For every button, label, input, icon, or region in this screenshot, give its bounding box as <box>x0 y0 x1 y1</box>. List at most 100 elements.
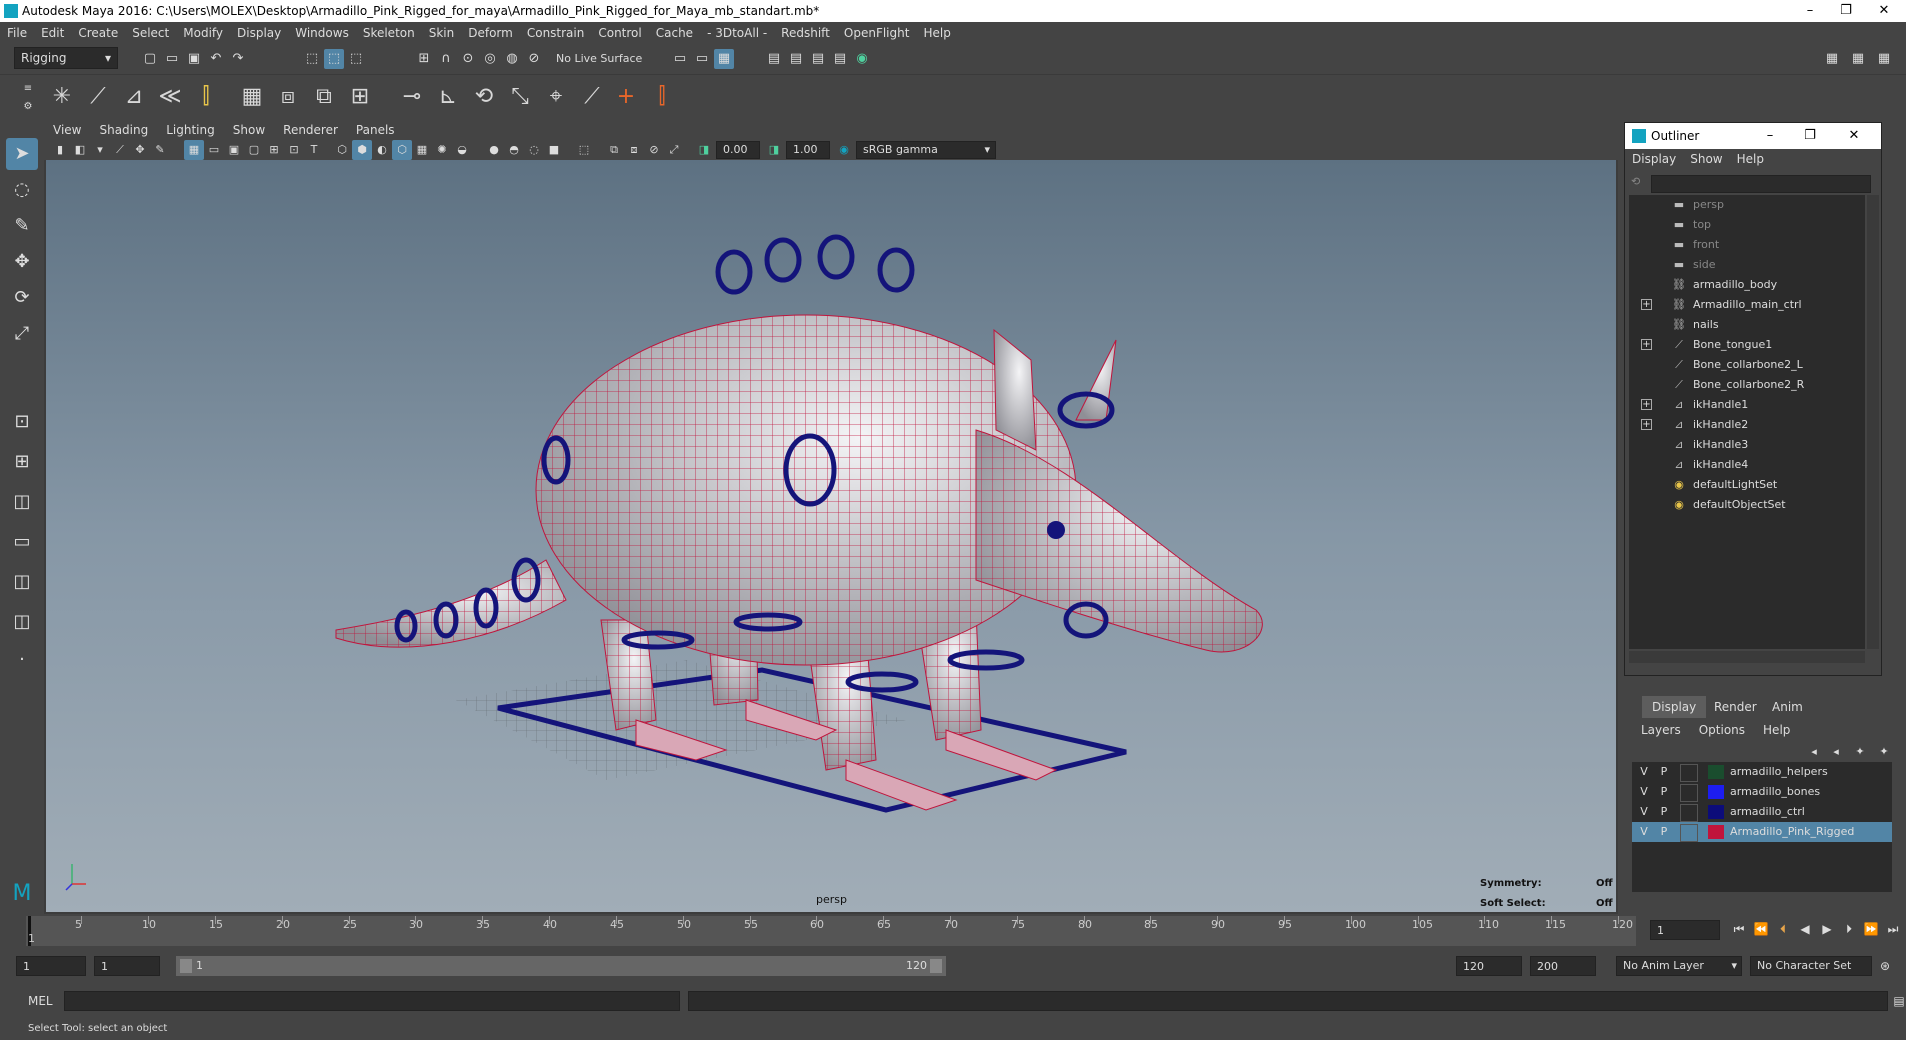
rotate-tool-icon[interactable]: ⟳ <box>6 282 38 314</box>
layout-menu-icon[interactable]: · <box>6 644 38 676</box>
layer-display-type-toggle[interactable] <box>1680 804 1698 822</box>
exposure-field[interactable]: 0.00 <box>716 141 760 159</box>
smooth-shade-icon[interactable]: ⬢ <box>352 140 372 160</box>
time-slider-track[interactable]: 5 10 15 20 25 30 35 40 45 50 55 60 65 70 75 80 85 90 95 100… <box>26 916 1636 946</box>
parent-constraint-icon[interactable]: ⌖ <box>540 81 572 113</box>
layer-playback-toggle[interactable]: P <box>1656 784 1672 800</box>
move-layer-up-icon[interactable]: ◂ <box>1804 742 1824 762</box>
vp-menu-panels[interactable]: Panels <box>347 120 404 137</box>
outliner-menu-help[interactable]: Help <box>1730 149 1771 166</box>
outliner-item[interactable]: ⛓ nails <box>1629 315 1865 335</box>
close-button[interactable]: ✕ <box>1864 2 1904 20</box>
xray-icon[interactable]: ⧉ <box>604 140 624 160</box>
aim-constraint-icon[interactable]: ⊾ <box>432 81 464 113</box>
render-frame-icon[interactable]: ▤ <box>764 49 784 69</box>
outliner-item[interactable]: + ⟋ Bone_tongue1 <box>1629 335 1865 355</box>
range-end-handle[interactable] <box>930 959 942 973</box>
outliner-minimize-button[interactable]: – <box>1755 127 1785 145</box>
render-settings-icon[interactable]: ▤ <box>808 49 828 69</box>
playback-end-field[interactable]: 120 <box>1456 956 1522 976</box>
live-surface-label[interactable]: No Live Surface <box>556 52 642 65</box>
view-transform-dropdown[interactable]: sRGB gamma ▾ <box>856 141 996 159</box>
play-backwards-icon[interactable]: ◀ <box>1796 920 1814 938</box>
single-view-icon[interactable]: ⊡ <box>6 406 38 438</box>
step-back-frame-icon[interactable]: ⏴ <box>1774 920 1792 938</box>
menu-edit[interactable]: Edit <box>34 22 71 40</box>
script-editor-icon[interactable]: ▤ <box>1890 992 1906 1010</box>
menu-openflight[interactable]: OpenFlight <box>837 22 917 40</box>
outliner-item[interactable]: ⟋ Bone_collarbone2_L <box>1629 355 1865 375</box>
shelf-menu-icon[interactable]: ≡ <box>18 79 38 99</box>
tab-render[interactable]: Render <box>1704 696 1767 718</box>
new-layer-icon[interactable]: ✦ <box>1850 742 1870 762</box>
layer-row[interactable]: V Parmadillo_bones <box>1632 782 1892 802</box>
menu-help[interactable]: Help <box>916 22 957 40</box>
layer-playback-toggle[interactable]: P <box>1656 764 1672 780</box>
vp-menu-view[interactable]: View <box>44 120 90 137</box>
move-tool-icon[interactable]: ✥ <box>6 246 38 278</box>
outliner-item[interactable]: ◉ defaultObjectSet <box>1629 495 1865 515</box>
anim-layer-dropdown[interactable]: No Anim Layer ▾ <box>1616 956 1742 976</box>
tab-display[interactable]: Display <box>1642 696 1707 718</box>
lasso-tool-icon[interactable]: ◌ <box>6 174 38 206</box>
undo-icon[interactable]: ↶ <box>206 49 226 69</box>
screen-space-ao-icon[interactable]: ● <box>484 140 504 160</box>
new-layer-selected-icon[interactable]: ✦ <box>1874 742 1894 762</box>
hypershade-icon[interactable]: ▤ <box>830 49 850 69</box>
layer-row[interactable]: V Parmadillo_ctrl <box>1632 802 1892 822</box>
outliner-item[interactable]: ▬ top <box>1629 215 1865 235</box>
hypershade-layout-icon[interactable]: ◫ <box>6 606 38 638</box>
textured-icon[interactable]: ▦ <box>412 140 432 160</box>
redo-icon[interactable]: ↷ <box>228 49 248 69</box>
construction-history-icon[interactable]: ▦ <box>714 49 734 69</box>
snap-grid-icon[interactable]: ⊞ <box>414 49 434 69</box>
vp-menu-renderer[interactable]: Renderer <box>274 120 347 137</box>
multisample-aa-icon[interactable]: ◌ <box>524 140 544 160</box>
grease-pencil-icon[interactable]: ✎ <box>150 140 170 160</box>
head-mesh[interactable] <box>975 328 1263 653</box>
current-frame-field[interactable]: 1 <box>1650 920 1720 940</box>
xray-components-icon[interactable]: ⊘ <box>644 140 664 160</box>
select-object-icon[interactable]: ⬚ <box>324 49 344 69</box>
use-default-material-icon[interactable]: ◐ <box>372 140 392 160</box>
ik-spline-tool-icon[interactable]: ≪ <box>154 81 186 113</box>
paint-select-icon[interactable]: ✎ <box>6 210 38 242</box>
layer-menu-options[interactable]: Options <box>1690 720 1754 737</box>
wrap-deformer-icon[interactable]: ⧉ <box>308 81 340 113</box>
2d-pan-icon[interactable]: ✥ <box>130 140 150 160</box>
range-slider-bar[interactable]: 1 120 <box>176 956 946 976</box>
outliner-item[interactable]: + ⊿ ikHandle1 <box>1629 395 1865 415</box>
vp-menu-shading[interactable]: Shading <box>90 120 157 137</box>
play-forwards-icon[interactable]: ▶ <box>1818 920 1836 938</box>
two-view-icon[interactable]: ◫ <box>6 486 38 518</box>
outliner-item[interactable]: ⟋ Bone_collarbone2_R <box>1629 375 1865 395</box>
bookmark-icon[interactable]: ▾ <box>90 140 110 160</box>
color-management-icon[interactable]: ◉ <box>834 140 854 160</box>
animation-end-field[interactable]: 200 <box>1530 956 1596 976</box>
save-scene-icon[interactable]: ▣ <box>184 49 204 69</box>
go-to-end-icon[interactable]: ⏭ <box>1884 920 1902 938</box>
film-gate-icon[interactable]: ▭ <box>204 140 224 160</box>
snap-view-icon[interactable]: ◎ <box>480 49 500 69</box>
layer-color-swatch[interactable] <box>1708 825 1724 839</box>
menu-create[interactable]: Create <box>71 22 125 40</box>
lattice-icon[interactable]: ▦ <box>236 81 268 113</box>
move-layer-down-icon[interactable]: ◂ <box>1826 742 1846 762</box>
layer-visibility-toggle[interactable]: V <box>1636 824 1652 840</box>
layer-playback-toggle[interactable]: P <box>1656 824 1672 840</box>
menu-control[interactable]: Control <box>591 22 648 40</box>
image-plane-icon[interactable]: ⟋ <box>110 140 130 160</box>
filter-icon[interactable]: ⟲ <box>1631 175 1645 189</box>
custom-script-icon[interactable]: ⫿ <box>646 81 678 113</box>
xray-joints-icon[interactable]: ⧈ <box>624 140 644 160</box>
layer-visibility-toggle[interactable]: V <box>1636 764 1652 780</box>
cluster-icon[interactable]: ⧈ <box>272 81 304 113</box>
menu-constrain[interactable]: Constrain <box>520 22 592 40</box>
grid-icon[interactable]: ▦ <box>184 140 204 160</box>
insert-joint-icon[interactable]: ⟋ <box>82 81 114 113</box>
outliner-menu-display[interactable]: Display <box>1625 149 1683 166</box>
depth-of-field-icon[interactable]: ■ <box>544 140 564 160</box>
persp-outliner-icon[interactable]: ▭ <box>6 526 38 558</box>
menu-3dtoall[interactable]: - 3DtoAll - <box>700 22 774 40</box>
auto-key-icon[interactable]: ⊛ <box>1876 957 1894 975</box>
